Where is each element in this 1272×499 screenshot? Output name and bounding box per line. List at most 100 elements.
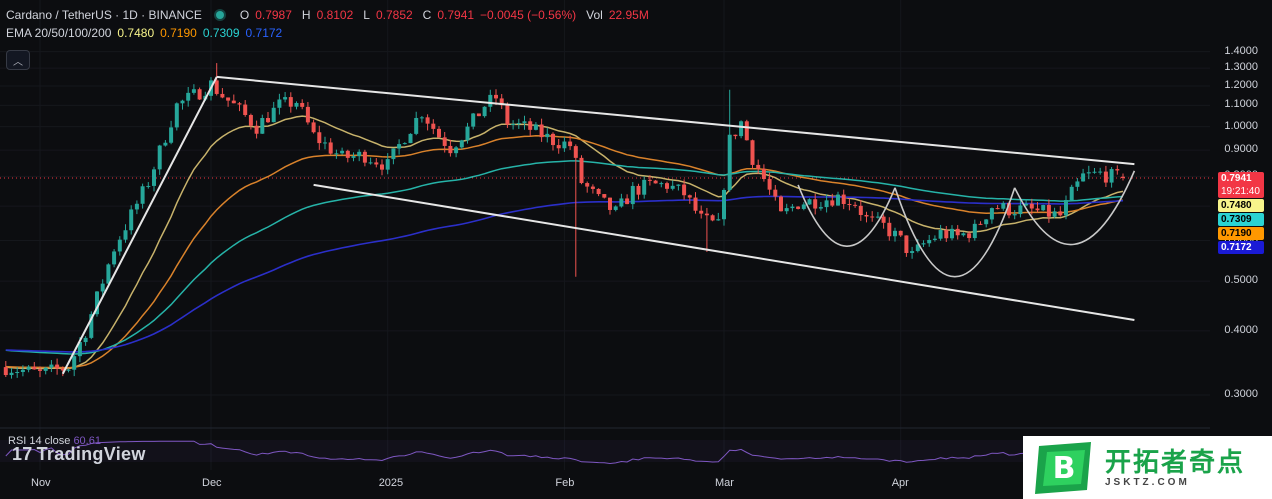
candle [26, 365, 31, 373]
candle-body [414, 117, 419, 134]
candle [1041, 204, 1046, 211]
low-label: L [363, 8, 370, 22]
candle-body [562, 141, 567, 149]
price-chart[interactable]: Cardano / TetherUS · 1D · BINANCE O 0.798… [0, 0, 1272, 499]
candle [938, 224, 943, 241]
price-tick-label: 1.2000 [1224, 79, 1258, 91]
candle-body [870, 216, 875, 218]
candle [83, 336, 88, 346]
candle-body [397, 144, 402, 149]
candle-body [1121, 176, 1125, 179]
candle [505, 102, 510, 128]
candle [687, 194, 692, 204]
candle [739, 120, 744, 139]
candle [402, 142, 407, 145]
candle [448, 139, 453, 157]
symbol-title[interactable]: Cardano / TetherUS · 1D · BINANCE [6, 8, 202, 22]
candle [950, 225, 954, 241]
time-tick-label: Dec [202, 477, 222, 489]
candle-body [431, 123, 436, 129]
candle-body [362, 151, 367, 163]
price-tick-label: 0.9000 [1224, 143, 1258, 156]
price-tick-label: 0.5000 [1224, 274, 1258, 287]
ema20-value: 0.7480 [117, 26, 155, 40]
ema-label[interactable]: EMA 20/50/100/200 [6, 26, 111, 40]
candle-body [699, 210, 704, 214]
candle-body [328, 142, 333, 154]
candle [722, 188, 726, 226]
close-label: C [422, 8, 432, 22]
candle-body [887, 222, 892, 237]
candle [243, 100, 248, 117]
candle-body [818, 207, 823, 209]
candle-body [1092, 171, 1097, 173]
candle [573, 144, 578, 277]
candle-body [385, 159, 390, 170]
candle [972, 219, 977, 241]
price-tick-label: 1.1000 [1224, 98, 1258, 111]
candle [1012, 210, 1017, 220]
candle-body [733, 134, 738, 137]
chart-canvas[interactable] [0, 0, 1272, 499]
candle-body [967, 233, 972, 239]
collapse-legend-button[interactable]: ︿ [6, 50, 30, 70]
candle-body [100, 283, 105, 292]
candle [790, 204, 795, 212]
tradingview-brand: TradingView [36, 444, 146, 464]
price-tag: 0.7480 [1218, 199, 1264, 213]
candle-body [494, 94, 498, 99]
candle [881, 214, 886, 229]
candle-body [636, 185, 641, 195]
candle-body [402, 143, 407, 145]
candle [602, 194, 607, 199]
candle-body [830, 200, 835, 206]
candle [585, 181, 590, 193]
candle-body [180, 100, 185, 104]
candle [716, 212, 721, 221]
candle-body [642, 179, 647, 195]
candle-body [323, 142, 327, 144]
candle [1058, 206, 1063, 217]
candle [1069, 184, 1074, 201]
ema50-value: 0.7190 [160, 26, 197, 40]
candle-body [653, 180, 658, 184]
time-tick-label: 2025 [378, 477, 404, 489]
candle [1092, 167, 1097, 174]
candle [511, 120, 516, 130]
candle-body [186, 92, 191, 101]
candle [875, 212, 880, 219]
candle-body [442, 137, 447, 146]
candle-body [784, 208, 789, 212]
candle-body [796, 206, 801, 209]
candle-body [619, 198, 624, 207]
candle [260, 114, 265, 134]
candle [391, 148, 396, 165]
open-value: 0.7987 [255, 8, 292, 22]
candle [710, 214, 715, 222]
candle [853, 201, 858, 208]
candle [140, 183, 145, 209]
candle-body [1109, 169, 1114, 183]
candle-body [152, 169, 156, 186]
candle-body [824, 200, 829, 208]
candle-body [476, 113, 481, 117]
candle-body [921, 243, 926, 245]
candle [300, 99, 305, 110]
candle-body [585, 183, 590, 187]
candle-body [380, 164, 384, 170]
candle-body [767, 179, 772, 190]
rally-trend-line [61, 76, 218, 375]
candle-body [972, 223, 977, 239]
tradingview-logo[interactable]: 17 TradingView [12, 444, 146, 465]
candle-body [590, 186, 595, 189]
high-label: H [301, 8, 311, 22]
candle [72, 354, 77, 377]
high-value: 0.8102 [316, 8, 354, 22]
candle-body [630, 185, 635, 205]
candle-body [214, 80, 219, 94]
candle-body [551, 133, 555, 146]
candle [796, 206, 801, 210]
candle [847, 198, 852, 211]
candle [112, 249, 117, 268]
candle-body [1001, 203, 1006, 209]
